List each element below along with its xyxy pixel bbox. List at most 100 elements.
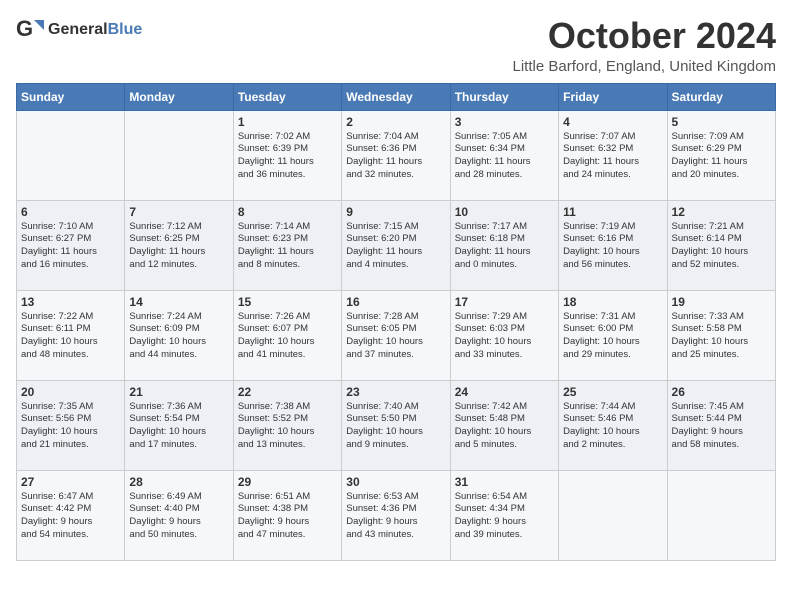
day-info: Sunrise: 7:05 AM Sunset: 6:34 PM Dayligh… [455, 131, 554, 182]
day-number: 29 [238, 475, 337, 489]
day-info: Sunrise: 7:09 AM Sunset: 6:29 PM Dayligh… [672, 131, 771, 182]
day-number: 11 [563, 205, 662, 219]
weekday-header: Wednesday [342, 83, 450, 110]
day-info: Sunrise: 7:02 AM Sunset: 6:39 PM Dayligh… [238, 131, 337, 182]
day-info: Sunrise: 7:22 AM Sunset: 6:11 PM Dayligh… [21, 311, 120, 362]
title-block: October 2024 Little Barford, England, Un… [513, 16, 777, 75]
logo: G GeneralBlue [16, 16, 142, 44]
calendar-week-row: 27 Sunrise: 6:47 AM Sunset: 4:42 PM Dayli… [17, 470, 776, 560]
calendar-body: 1 Sunrise: 7:02 AM Sunset: 6:39 PM Daylig… [17, 110, 776, 560]
day-number: 13 [21, 295, 120, 309]
logo-icon: G [16, 16, 44, 44]
calendar-cell [125, 110, 233, 200]
svg-text:G: G [16, 16, 33, 41]
day-info: Sunrise: 7:42 AM Sunset: 5:48 PM Dayligh… [455, 401, 554, 452]
day-number: 5 [672, 115, 771, 129]
location-title: Little Barford, England, United Kingdom [513, 58, 777, 75]
calendar-cell: 15 Sunrise: 7:26 AM Sunset: 6:07 PM Dayli… [233, 290, 341, 380]
calendar-cell: 23Sunrise: 7:40 AM Sunset: 5:50 PM Dayli… [342, 380, 450, 470]
day-number: 7 [129, 205, 228, 219]
day-info: Sunrise: 7:29 AM Sunset: 6:03 PM Dayligh… [455, 311, 554, 362]
day-number: 17 [455, 295, 554, 309]
day-number: 1 [238, 115, 337, 129]
day-info: Sunrise: 7:26 AM Sunset: 6:07 PM Dayligh… [238, 311, 337, 362]
day-info: Sunrise: 6:49 AM Sunset: 4:40 PM Dayligh… [129, 491, 228, 542]
day-number: 22 [238, 385, 337, 399]
calendar-cell: 25 Sunrise: 7:44 AM Sunset: 5:46 PM Dayli… [559, 380, 667, 470]
calendar-cell: 14Sunrise: 7:24 AM Sunset: 6:09 PM Dayli… [125, 290, 233, 380]
day-info: Sunrise: 6:54 AM Sunset: 4:34 PM Dayligh… [455, 491, 554, 542]
day-number: 3 [455, 115, 554, 129]
day-number: 19 [672, 295, 771, 309]
page-header: G GeneralBlue October 2024 Little Barfor… [16, 16, 776, 75]
day-info: Sunrise: 7:17 AM Sunset: 6:18 PM Dayligh… [455, 221, 554, 272]
calendar-cell: 18Sunrise: 7:31 AM Sunset: 6:00 PM Dayli… [559, 290, 667, 380]
day-info: Sunrise: 7:15 AM Sunset: 6:20 PM Dayligh… [346, 221, 445, 272]
weekday-header: Tuesday [233, 83, 341, 110]
weekday-header: Sunday [17, 83, 125, 110]
calendar-cell: 20Sunrise: 7:35 AM Sunset: 5:56 PM Dayli… [17, 380, 125, 470]
calendar-week-row: 13 Sunrise: 7:22 AM Sunset: 6:11 PM Dayli… [17, 290, 776, 380]
day-info: Sunrise: 7:40 AM Sunset: 5:50 PM Dayligh… [346, 401, 445, 452]
calendar-cell: 19 Sunrise: 7:33 AM Sunset: 5:58 PM Dayli… [667, 290, 775, 380]
day-number: 21 [129, 385, 228, 399]
calendar-cell: 10Sunrise: 7:17 AM Sunset: 6:18 PM Dayli… [450, 200, 558, 290]
day-number: 9 [346, 205, 445, 219]
day-info: Sunrise: 7:45 AM Sunset: 5:44 PM Dayligh… [672, 401, 771, 452]
day-number: 12 [672, 205, 771, 219]
calendar-cell: 21 Sunrise: 7:36 AM Sunset: 5:54 PM Dayli… [125, 380, 233, 470]
day-number: 16 [346, 295, 445, 309]
day-info: Sunrise: 7:36 AM Sunset: 5:54 PM Dayligh… [129, 401, 228, 452]
calendar-cell: 29 Sunrise: 6:51 AM Sunset: 4:38 PM Dayli… [233, 470, 341, 560]
day-number: 8 [238, 205, 337, 219]
day-info: Sunrise: 6:47 AM Sunset: 4:42 PM Dayligh… [21, 491, 120, 542]
calendar-week-row: 6 Sunrise: 7:10 AM Sunset: 6:27 PM Daylig… [17, 200, 776, 290]
day-info: Sunrise: 7:19 AM Sunset: 6:16 PM Dayligh… [563, 221, 662, 272]
day-number: 20 [21, 385, 120, 399]
calendar-cell: 26 Sunrise: 7:45 AM Sunset: 5:44 PM Dayli… [667, 380, 775, 470]
calendar-cell: 12 Sunrise: 7:21 AM Sunset: 6:14 PM Dayli… [667, 200, 775, 290]
day-number: 27 [21, 475, 120, 489]
calendar-cell [667, 470, 775, 560]
calendar-cell: 30 Sunrise: 6:53 AM Sunset: 4:36 PM Dayli… [342, 470, 450, 560]
month-title: October 2024 [513, 16, 777, 56]
day-number: 15 [238, 295, 337, 309]
calendar-week-row: 20Sunrise: 7:35 AM Sunset: 5:56 PM Dayli… [17, 380, 776, 470]
logo-general: General [48, 21, 108, 38]
day-info: Sunrise: 7:33 AM Sunset: 5:58 PM Dayligh… [672, 311, 771, 362]
day-info: Sunrise: 6:53 AM Sunset: 4:36 PM Dayligh… [346, 491, 445, 542]
day-number: 4 [563, 115, 662, 129]
calendar-header-row: SundayMondayTuesdayWednesdayThursdayFrid… [17, 83, 776, 110]
calendar-table: SundayMondayTuesdayWednesdayThursdayFrid… [16, 83, 776, 561]
day-number: 25 [563, 385, 662, 399]
calendar-cell: 17 Sunrise: 7:29 AM Sunset: 6:03 PM Dayli… [450, 290, 558, 380]
day-info: Sunrise: 7:07 AM Sunset: 6:32 PM Dayligh… [563, 131, 662, 182]
day-number: 24 [455, 385, 554, 399]
calendar-cell: 11 Sunrise: 7:19 AM Sunset: 6:16 PM Dayli… [559, 200, 667, 290]
day-info: Sunrise: 7:38 AM Sunset: 5:52 PM Dayligh… [238, 401, 337, 452]
logo-blue: Blue [108, 21, 143, 38]
day-info: Sunrise: 6:51 AM Sunset: 4:38 PM Dayligh… [238, 491, 337, 542]
calendar-cell: 22 Sunrise: 7:38 AM Sunset: 5:52 PM Dayli… [233, 380, 341, 470]
calendar-cell: 1 Sunrise: 7:02 AM Sunset: 6:39 PM Daylig… [233, 110, 341, 200]
calendar-week-row: 1 Sunrise: 7:02 AM Sunset: 6:39 PM Daylig… [17, 110, 776, 200]
weekday-header: Friday [559, 83, 667, 110]
day-info: Sunrise: 7:44 AM Sunset: 5:46 PM Dayligh… [563, 401, 662, 452]
calendar-cell: 31 Sunrise: 6:54 AM Sunset: 4:34 PM Dayli… [450, 470, 558, 560]
day-number: 31 [455, 475, 554, 489]
day-number: 30 [346, 475, 445, 489]
calendar-cell: 6 Sunrise: 7:10 AM Sunset: 6:27 PM Daylig… [17, 200, 125, 290]
calendar-cell: 8Sunrise: 7:14 AM Sunset: 6:23 PM Daylig… [233, 200, 341, 290]
day-number: 6 [21, 205, 120, 219]
day-info: Sunrise: 7:10 AM Sunset: 6:27 PM Dayligh… [21, 221, 120, 272]
day-info: Sunrise: 7:24 AM Sunset: 6:09 PM Dayligh… [129, 311, 228, 362]
calendar-cell: 5 Sunrise: 7:09 AM Sunset: 6:29 PM Daylig… [667, 110, 775, 200]
calendar-cell: 3 Sunrise: 7:05 AM Sunset: 6:34 PM Daylig… [450, 110, 558, 200]
calendar-cell: 7Sunrise: 7:12 AM Sunset: 6:25 PM Daylig… [125, 200, 233, 290]
day-info: Sunrise: 7:31 AM Sunset: 6:00 PM Dayligh… [563, 311, 662, 362]
day-number: 26 [672, 385, 771, 399]
calendar-cell: 9 Sunrise: 7:15 AM Sunset: 6:20 PM Daylig… [342, 200, 450, 290]
calendar-cell: 13 Sunrise: 7:22 AM Sunset: 6:11 PM Dayli… [17, 290, 125, 380]
calendar-cell [559, 470, 667, 560]
day-info: Sunrise: 7:21 AM Sunset: 6:14 PM Dayligh… [672, 221, 771, 272]
